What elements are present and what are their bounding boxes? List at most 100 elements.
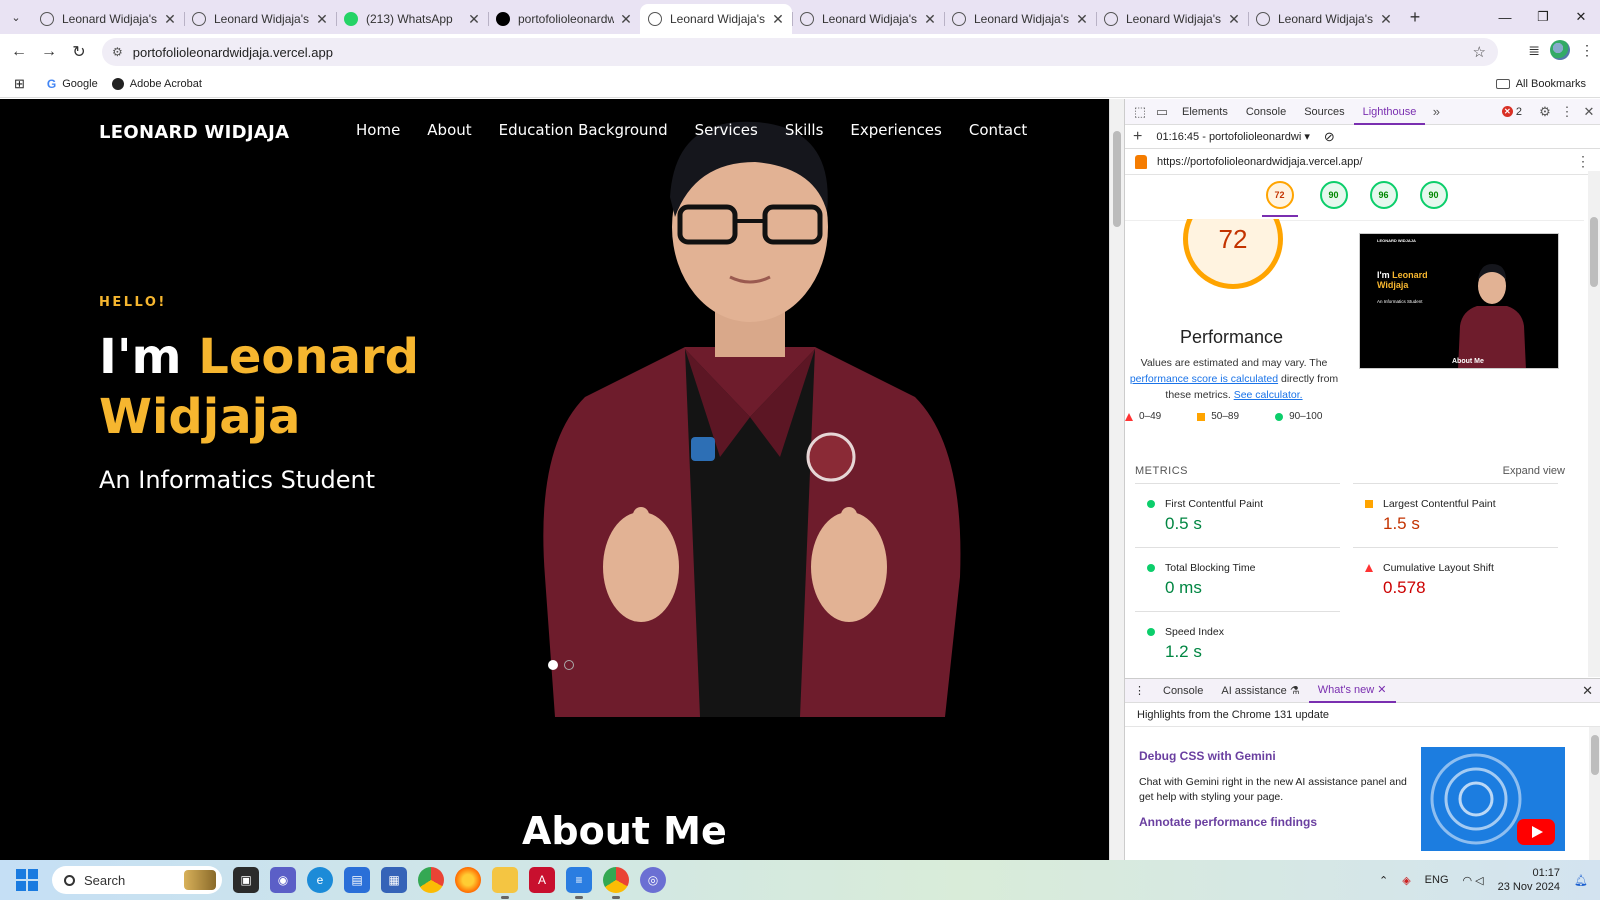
- browser-menu-icon[interactable]: ⋮: [1580, 42, 1594, 59]
- carousel-dot[interactable]: [564, 660, 574, 670]
- tab-sources[interactable]: Sources: [1295, 99, 1353, 125]
- score-gauge-best-practices[interactable]: 96: [1369, 181, 1398, 209]
- notification-bell-icon[interactable]: 🔔︎: [1574, 874, 1588, 887]
- close-tab-icon[interactable]: ✕: [164, 11, 176, 28]
- close-tab-icon[interactable]: ✕: [924, 11, 936, 28]
- browser-tab[interactable]: Leonard Widjaja's Por ✕: [184, 4, 336, 34]
- page-screenshot-thumbnail[interactable]: LEONARD WIDJAJA I'm Leonard Widjaja An In…: [1359, 233, 1559, 369]
- close-tab-icon[interactable]: ✕: [620, 11, 632, 28]
- site-info-icon[interactable]: ⚙: [112, 45, 123, 59]
- nav-experiences[interactable]: Experiences: [850, 121, 941, 139]
- page-scrollbar[interactable]: [1109, 99, 1124, 860]
- nav-services[interactable]: Services: [695, 121, 758, 139]
- media-controls-icon[interactable]: ≣: [1528, 42, 1540, 59]
- error-counter[interactable]: ✕ 2: [1501, 106, 1522, 118]
- taskbar-search[interactable]: Search: [52, 866, 222, 894]
- expand-view-toggle[interactable]: Expand view: [1503, 465, 1565, 477]
- windows-start-icon[interactable]: [16, 869, 38, 891]
- copilot-icon[interactable]: ◎: [640, 867, 666, 893]
- back-arrow-icon[interactable]: ←: [4, 43, 34, 61]
- score-gauge-seo[interactable]: 90: [1419, 181, 1448, 209]
- scrollbar-thumb[interactable]: [1591, 735, 1599, 775]
- browser-tab[interactable]: (213) WhatsApp ✕: [336, 4, 488, 34]
- close-tab-icon[interactable]: ✕: [772, 11, 784, 28]
- minimize-icon[interactable]: —: [1486, 0, 1524, 34]
- score-calculated-link[interactable]: performance score is calculated: [1130, 373, 1278, 385]
- chrome-active-icon[interactable]: [603, 867, 629, 899]
- device-toolbar-icon[interactable]: ▭: [1151, 104, 1173, 120]
- tab-elements[interactable]: Elements: [1173, 99, 1237, 125]
- reload-icon[interactable]: ↻: [64, 42, 94, 62]
- whats-new-title-annotate[interactable]: Annotate performance findings: [1139, 815, 1317, 829]
- address-bar[interactable]: ⚙ portofolioleonardwidjaja.vercel.app ☆: [102, 38, 1498, 66]
- new-tab-plus-icon[interactable]: +: [1400, 7, 1430, 28]
- devtools-menu-icon[interactable]: ⋮: [1556, 104, 1578, 120]
- scrollbar-thumb[interactable]: [1113, 131, 1121, 227]
- close-tab-icon[interactable]: ✕: [316, 11, 328, 28]
- close-tab-icon[interactable]: ✕: [1228, 11, 1240, 28]
- new-report-plus-icon[interactable]: +: [1133, 128, 1142, 146]
- inspect-element-icon[interactable]: ⬚: [1129, 104, 1151, 120]
- wifi-volume-icons[interactable]: ◠ ◁: [1463, 874, 1484, 887]
- drawer-menu-icon[interactable]: ⋮: [1125, 684, 1154, 697]
- more-tabs-icon[interactable]: »: [1425, 104, 1447, 119]
- nav-contact[interactable]: Contact: [969, 121, 1027, 139]
- task-view-icon[interactable]: ▣: [233, 867, 259, 893]
- browser-tab-active[interactable]: Leonard Widjaja's Por ✕: [640, 4, 792, 34]
- close-tab-icon[interactable]: ✕: [1377, 684, 1386, 696]
- settings-gear-icon[interactable]: ⚙: [1534, 104, 1556, 120]
- bookmark-adobe-acrobat[interactable]: Adobe Acrobat: [111, 77, 202, 90]
- firefox-icon[interactable]: [455, 867, 481, 893]
- all-bookmarks-button[interactable]: All Bookmarks: [1495, 78, 1586, 90]
- acrobat-reader-icon[interactable]: A: [529, 867, 555, 893]
- browser-tab[interactable]: Leonard Widjaja's Por ✕: [944, 4, 1096, 34]
- drawer-tab-whats-new[interactable]: What's new ✕: [1308, 678, 1396, 703]
- scrollbar-thumb[interactable]: [1590, 217, 1598, 287]
- meet-chat-icon[interactable]: ◉: [270, 867, 296, 893]
- edge-icon[interactable]: e: [307, 867, 333, 893]
- lighthouse-scrollbar[interactable]: [1588, 171, 1600, 677]
- whats-new-scrollbar[interactable]: [1589, 727, 1600, 860]
- profile-avatar[interactable]: [1550, 40, 1570, 60]
- browser-tab[interactable]: Leonard Widjaja's Por ✕: [1248, 4, 1400, 34]
- browser-tab[interactable]: Leonard Widjaja's Por ✕: [792, 4, 944, 34]
- close-tab-icon[interactable]: ✕: [1076, 11, 1088, 28]
- report-menu-icon[interactable]: ⋮: [1576, 153, 1590, 170]
- carousel-dot[interactable]: [548, 660, 558, 670]
- calculator-icon[interactable]: ▦: [381, 867, 407, 893]
- tab-console[interactable]: Console: [1237, 99, 1295, 125]
- drawer-tab-console[interactable]: Console: [1154, 685, 1212, 697]
- nav-about[interactable]: About: [427, 121, 471, 139]
- window-close-icon[interactable]: ✕: [1562, 0, 1600, 34]
- language-indicator[interactable]: ENG: [1425, 874, 1449, 886]
- nav-home[interactable]: Home: [356, 121, 400, 139]
- browser-tab[interactable]: Leonard Widjaja's Por ✕: [1096, 4, 1248, 34]
- store-icon[interactable]: ▤: [344, 867, 370, 893]
- youtube-play-icon[interactable]: [1517, 819, 1555, 845]
- drawer-close-icon[interactable]: ✕: [1582, 683, 1593, 699]
- close-tab-icon[interactable]: ✕: [1380, 11, 1392, 28]
- file-explorer-icon[interactable]: [492, 867, 518, 899]
- security-icon[interactable]: ◈: [1402, 874, 1410, 887]
- browser-tab[interactable]: portofolioleonardwid ✕: [488, 4, 640, 34]
- clear-block-icon[interactable]: ⊘: [1324, 129, 1335, 145]
- score-gauge-accessibility[interactable]: 90: [1319, 181, 1348, 209]
- report-selector[interactable]: 01:16:45 - portofolioleonardwi ▾: [1156, 130, 1310, 143]
- show-hidden-icons-icon[interactable]: ⌃: [1379, 874, 1388, 887]
- close-tab-icon[interactable]: ✕: [468, 11, 480, 28]
- score-gauge-performance[interactable]: 72: [1265, 181, 1294, 209]
- site-logo[interactable]: LEONARD WIDJAJA: [99, 122, 289, 143]
- whats-new-video-thumbnail[interactable]: [1421, 747, 1565, 851]
- notepad-icon[interactable]: ≡: [566, 867, 592, 899]
- bookmark-star-icon[interactable]: ☆: [1473, 43, 1486, 61]
- whats-new-title-gemini[interactable]: Debug CSS with Gemini: [1139, 749, 1276, 763]
- drawer-tab-ai-assistance[interactable]: AI assistance ⚗: [1212, 684, 1308, 697]
- nav-skills[interactable]: Skills: [785, 121, 824, 139]
- see-calculator-link[interactable]: See calculator.: [1234, 389, 1303, 401]
- devtools-close-icon[interactable]: ✕: [1578, 104, 1600, 120]
- browser-tab[interactable]: Leonard Widjaja's Por ✕: [32, 4, 184, 34]
- apps-grid-icon[interactable]: ⊞: [14, 76, 25, 92]
- nav-education[interactable]: Education Background: [499, 121, 668, 139]
- chrome-icon[interactable]: [418, 867, 444, 893]
- tab-lighthouse[interactable]: Lighthouse: [1353, 99, 1426, 125]
